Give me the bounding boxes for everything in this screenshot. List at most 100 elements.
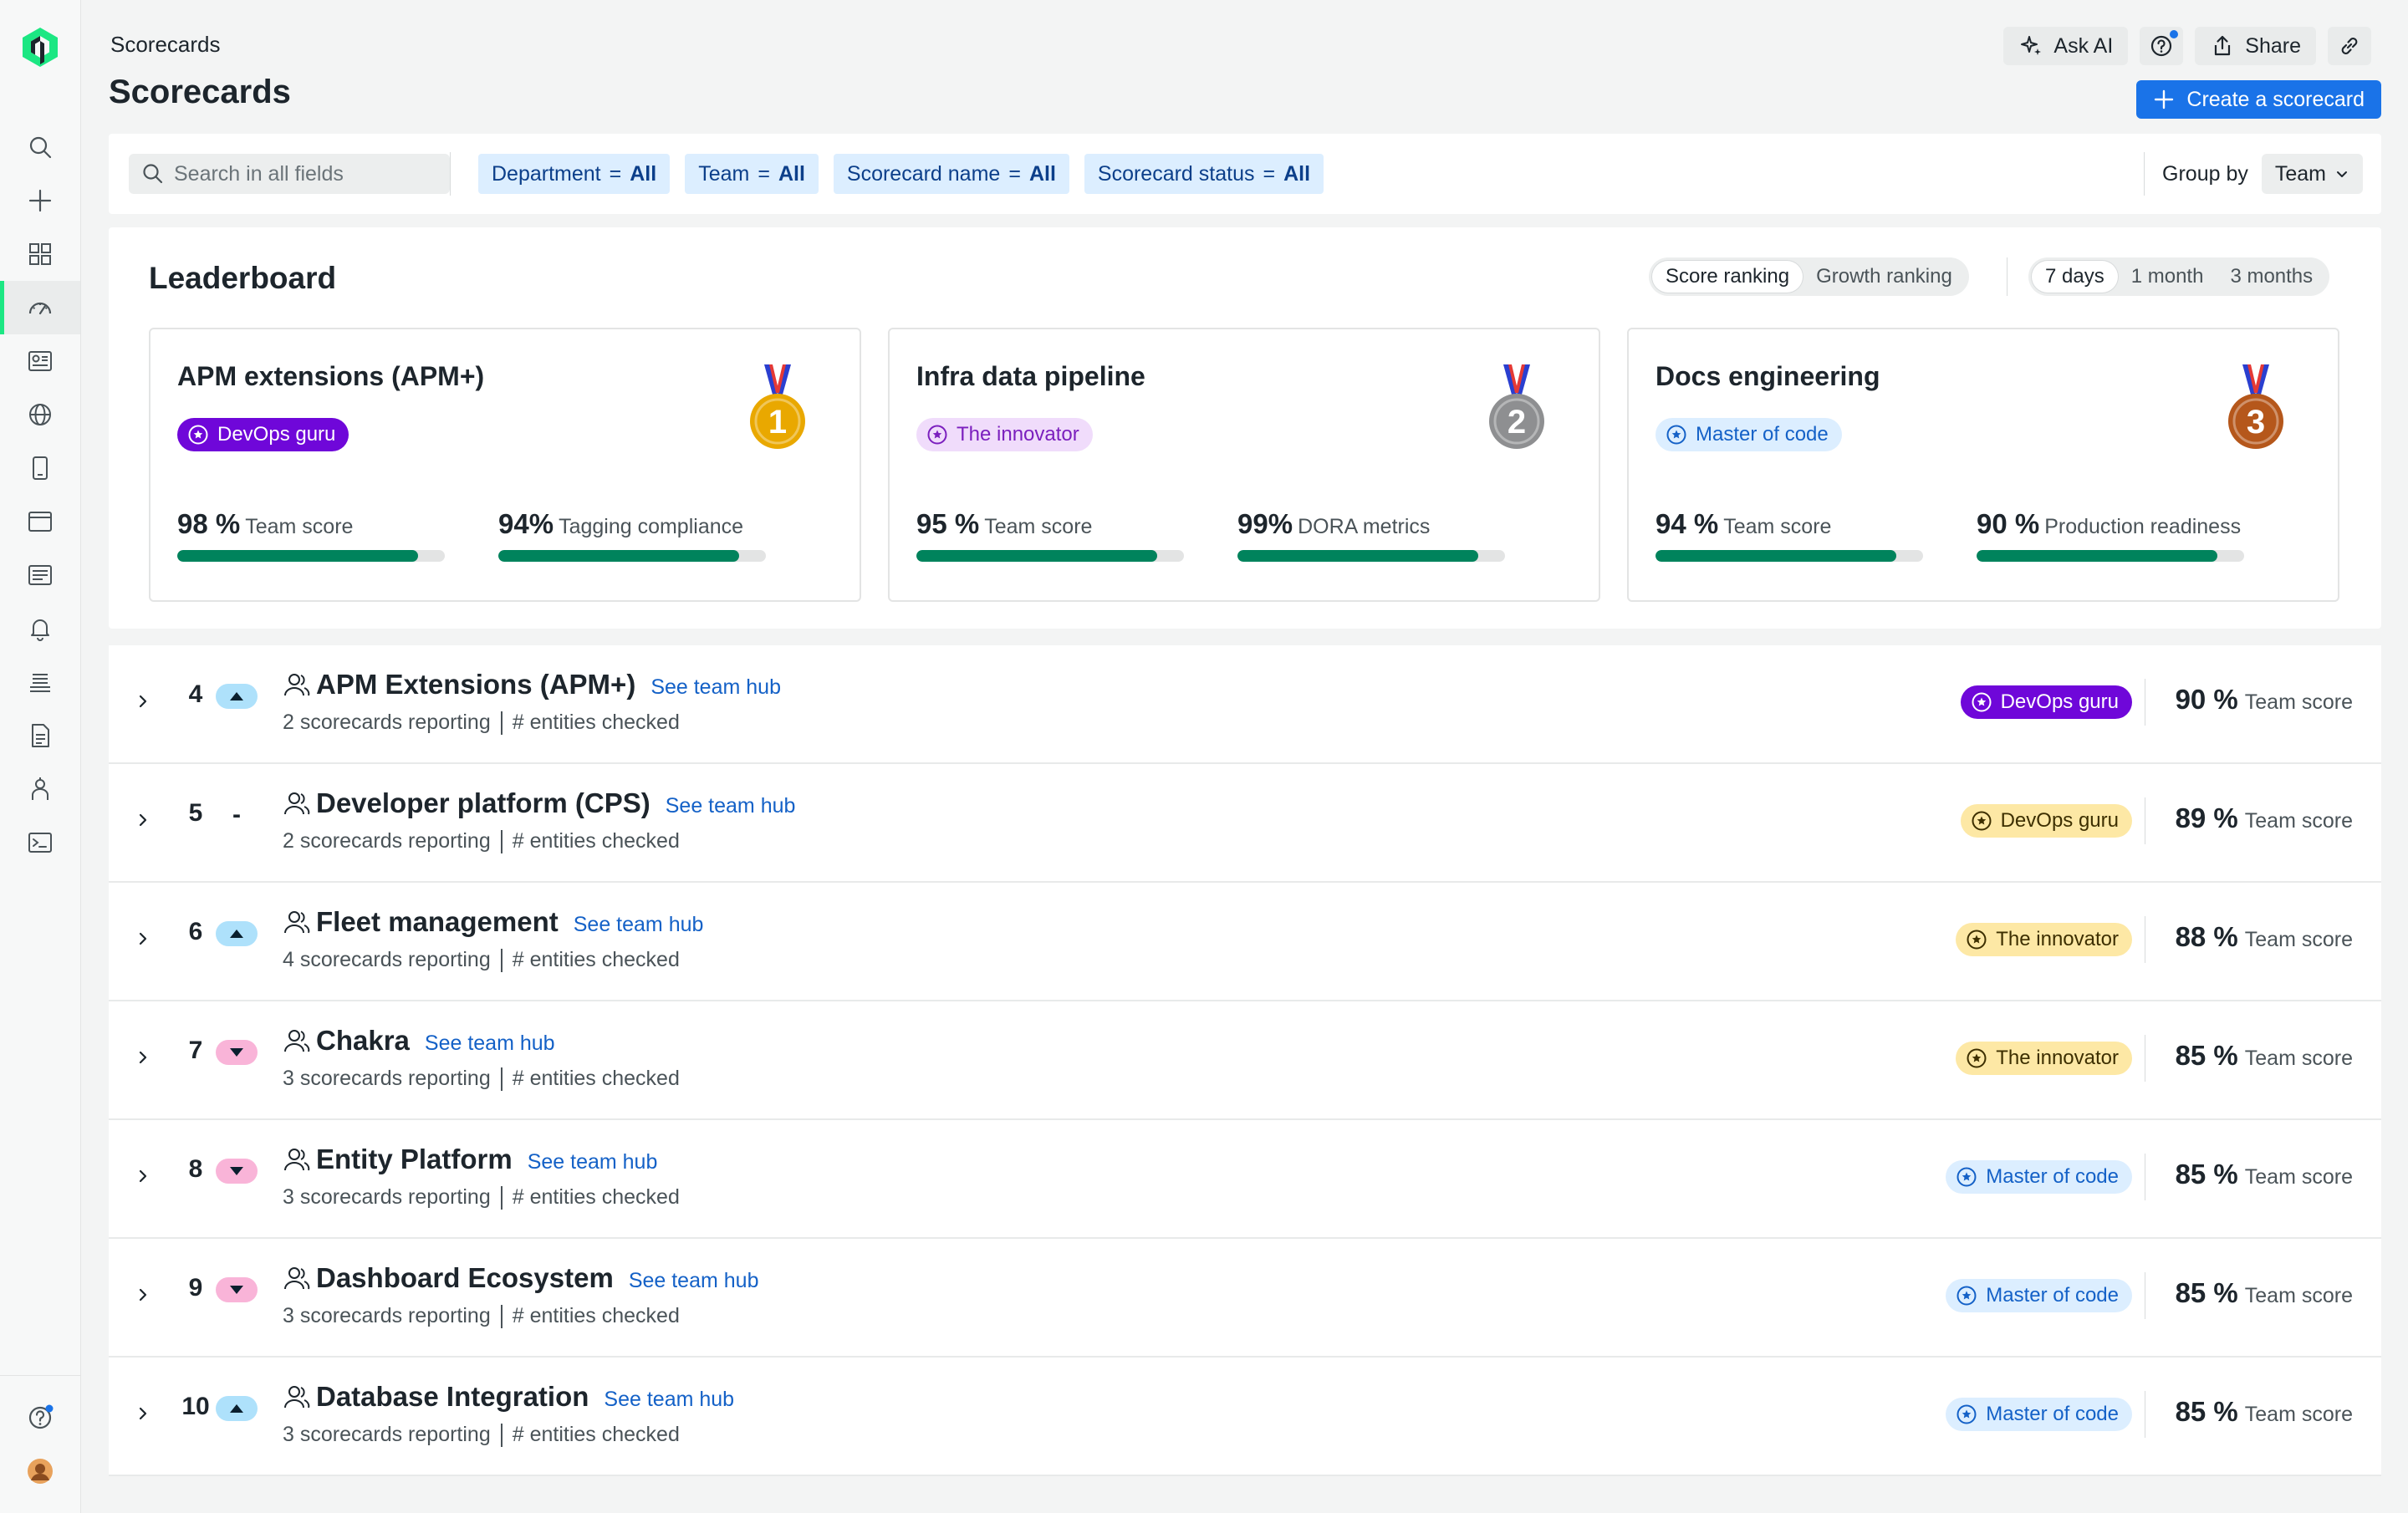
tab-7-days[interactable]: 7 days bbox=[2032, 261, 2118, 293]
medal-icon: 1 bbox=[750, 364, 805, 449]
filter-chip-department[interactable]: Department = All bbox=[478, 154, 671, 194]
filter-value: All bbox=[1028, 161, 1056, 186]
chevron-right-icon[interactable] bbox=[134, 1048, 152, 1067]
help-button[interactable] bbox=[2140, 27, 2184, 65]
achievement-badge-label: Master of code bbox=[1696, 423, 1829, 446]
tab-growth-ranking[interactable]: Growth ranking bbox=[1803, 261, 1966, 293]
agent-icon bbox=[32, 777, 48, 800]
achievement-badge: DevOps guru bbox=[177, 418, 349, 451]
metric: 94% Tagging compliance bbox=[498, 508, 769, 562]
team-row[interactable]: 10 Database Integration See team hub 3 scor… bbox=[109, 1358, 2381, 1476]
team-row[interactable]: 6 Fleet management See team hub 4 scorecard… bbox=[109, 883, 2381, 1001]
team-score: 85 % Team score bbox=[2176, 1396, 2353, 1428]
metric-progress-fill bbox=[1237, 550, 1478, 562]
metric-label: Team score bbox=[1723, 515, 1832, 538]
see-team-hub-link[interactable]: See team hub bbox=[528, 1150, 658, 1174]
sidebar-item-plus[interactable] bbox=[0, 174, 80, 227]
leaderboard-card[interactable]: APM extensions (APM+) 1 DevOps guru 98 % Tea… bbox=[149, 328, 861, 602]
leaderboard-card[interactable]: Docs engineering 3 Master of code 94 % Team … bbox=[1627, 328, 2339, 602]
link-icon bbox=[2341, 38, 2358, 54]
sidebar-item-terminal[interactable] bbox=[0, 816, 80, 869]
filter-divider bbox=[2144, 152, 2145, 196]
team-row[interactable]: 5 - Developer platform (CPS) See team hub 2 … bbox=[109, 764, 2381, 883]
team-list: 4 APM Extensions (APM+) See team hub 2 scor… bbox=[109, 645, 2381, 1476]
sidebar-item-agent[interactable] bbox=[0, 762, 80, 816]
group-by-select[interactable]: Team bbox=[2261, 154, 2363, 194]
chevron-right-icon[interactable] bbox=[134, 1167, 152, 1185]
team-name-text: Fleet management bbox=[316, 906, 559, 937]
team-row[interactable]: 7 Chakra See team hub 3 scorecards reportin… bbox=[109, 1001, 2381, 1120]
leaderboard-card-name: Infra data pipeline bbox=[916, 361, 1145, 391]
chevron-right-icon[interactable] bbox=[134, 1286, 152, 1304]
triangle-up-icon bbox=[230, 930, 243, 938]
filter-key: Department bbox=[492, 161, 601, 186]
see-team-hub-link[interactable]: See team hub bbox=[666, 794, 796, 818]
trend-down-indicator bbox=[216, 1159, 258, 1184]
search-icon bbox=[143, 164, 163, 184]
chevron-right-icon[interactable] bbox=[134, 930, 152, 948]
leaderboard-card-name: Docs engineering bbox=[1656, 361, 1880, 391]
search-placeholder: Search in all fields bbox=[174, 161, 344, 186]
team-name-text: Chakra bbox=[316, 1025, 410, 1056]
team-icon bbox=[284, 1267, 310, 1290]
sidebar-item-document[interactable] bbox=[0, 709, 80, 762]
breadcrumb[interactable]: Scorecards bbox=[110, 32, 221, 58]
filter-chip-scorecard-status[interactable]: Scorecard status = All bbox=[1084, 154, 1324, 194]
medal-number: 3 bbox=[2247, 404, 2265, 441]
chevron-right-icon[interactable] bbox=[134, 1404, 152, 1423]
terminal-icon bbox=[28, 833, 52, 853]
sidebar-item-dashboards[interactable] bbox=[0, 334, 80, 388]
tab-3-months[interactable]: 3 months bbox=[2217, 261, 2326, 293]
sidebar-item-search[interactable] bbox=[0, 120, 80, 174]
group-by-label: Group by bbox=[2162, 161, 2248, 186]
filter-chip-scorecard-name[interactable]: Scorecard name = All bbox=[833, 154, 1069, 194]
filter-chip-team[interactable]: Team = All bbox=[685, 154, 819, 194]
team-icon bbox=[284, 1149, 310, 1171]
see-team-hub-link[interactable]: See team hub bbox=[574, 913, 704, 936]
chevron-right-icon[interactable] bbox=[134, 692, 152, 711]
group-by: Group by Team bbox=[2162, 154, 2363, 194]
sidebar-item-logs[interactable] bbox=[0, 548, 80, 602]
star-badge-icon bbox=[927, 425, 947, 445]
medal-number: 1 bbox=[768, 404, 787, 441]
sidebar-item-alerts-bell[interactable] bbox=[0, 602, 80, 655]
sidebar-item-scorecards-gauge[interactable] bbox=[0, 281, 80, 334]
team-row[interactable]: 9 Dashboard Ecosystem See team hub 3 scorec… bbox=[109, 1239, 2381, 1358]
share-button[interactable]: Share bbox=[2195, 27, 2316, 65]
top-actions: Ask AI Share bbox=[2003, 27, 2371, 65]
scorecards-reporting: 2 scorecards reporting bbox=[283, 829, 491, 853]
user-avatar[interactable] bbox=[0, 1444, 80, 1498]
tab-1-month[interactable]: 1 month bbox=[2118, 261, 2217, 293]
sidebar-item-apps-grid[interactable] bbox=[0, 227, 80, 281]
new-relic-logo-icon[interactable] bbox=[18, 25, 62, 69]
see-team-hub-link[interactable]: See team hub bbox=[629, 1269, 759, 1292]
leaderboard-card[interactable]: Infra data pipeline 2 The innovator 95 % Tea… bbox=[888, 328, 1600, 602]
see-team-hub-link[interactable]: See team hub bbox=[425, 1032, 555, 1055]
chevron-right-icon[interactable] bbox=[134, 811, 152, 829]
ask-ai-button[interactable]: Ask AI bbox=[2003, 27, 2129, 65]
team-row[interactable]: 8 Entity Platform See team hub 3 scorecards… bbox=[109, 1120, 2381, 1239]
see-team-hub-link[interactable]: See team hub bbox=[604, 1388, 734, 1411]
filter-operator: = bbox=[758, 161, 770, 186]
achievement-badge-label: Master of code bbox=[1986, 1403, 2119, 1425]
search-input[interactable]: Search in all fields bbox=[129, 154, 450, 194]
filter-value: All bbox=[1283, 161, 1311, 186]
tab-score-ranking[interactable]: Score ranking bbox=[1652, 261, 1803, 293]
sidebar-item-globe[interactable] bbox=[0, 388, 80, 441]
team-score-percent: 89 % bbox=[2175, 802, 2238, 833]
sidebar-item-mobile[interactable] bbox=[0, 441, 80, 495]
share-icon bbox=[2215, 35, 2231, 56]
team-score: 89 % Team score bbox=[2176, 802, 2353, 834]
metric-percent: 94% bbox=[498, 508, 554, 539]
star-badge-icon bbox=[188, 425, 208, 445]
copy-link-button[interactable] bbox=[2328, 27, 2371, 65]
create-scorecard-button[interactable]: Create a scorecard bbox=[2136, 80, 2381, 119]
see-team-hub-link[interactable]: See team hub bbox=[650, 675, 781, 699]
metric-progress-fill bbox=[177, 550, 418, 562]
sidebar-item-browser[interactable] bbox=[0, 495, 80, 548]
help-icon[interactable] bbox=[0, 1391, 80, 1444]
team-row[interactable]: 4 APM Extensions (APM+) See team hub 2 scor… bbox=[109, 645, 2381, 764]
metric-progress-bar bbox=[1656, 550, 1923, 562]
team-rank: 7 bbox=[188, 1037, 203, 1064]
sidebar-item-queries[interactable] bbox=[0, 655, 80, 709]
